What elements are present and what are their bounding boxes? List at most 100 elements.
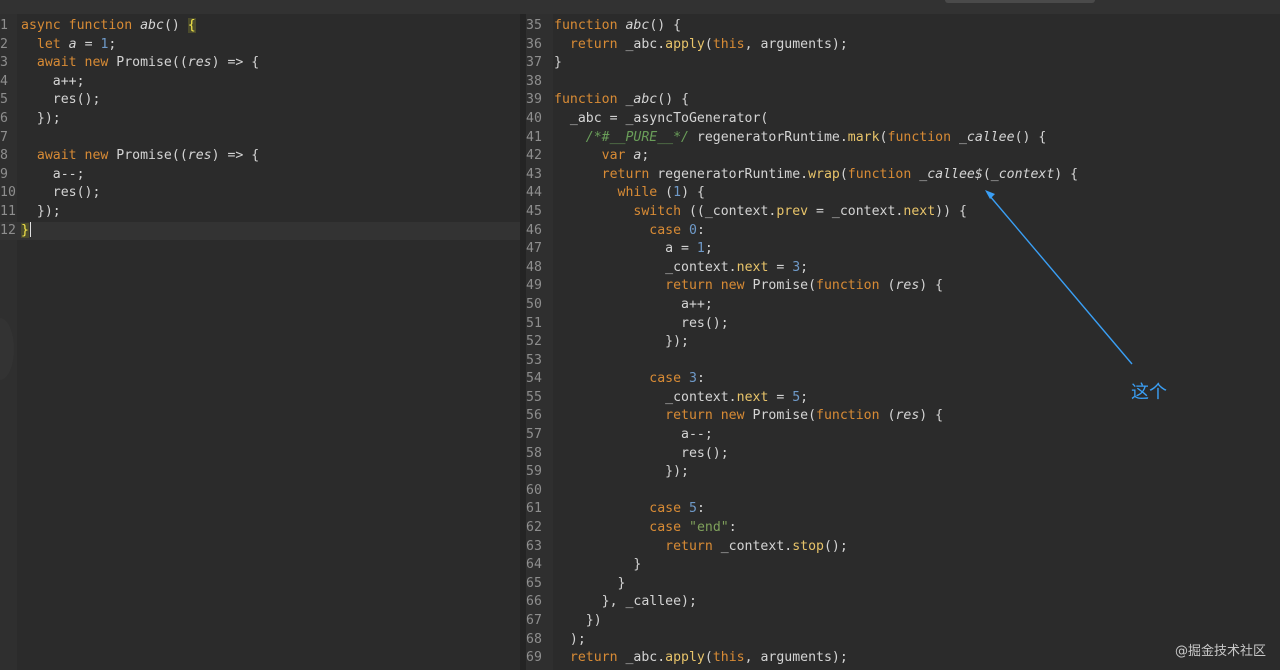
annotation-label: 这个 [1131,382,1167,403]
line-text: } [554,575,626,591]
line-number: 10 [0,185,16,201]
top-tab-indicator[interactable] [945,0,1095,3]
code-line[interactable]: 49 return new Promise(function (res) { [526,277,1280,296]
line-number: 58 [526,445,542,461]
line-number: 66 [526,594,542,610]
code-line[interactable]: 36 return _abc.apply(this, arguments); [526,36,1280,55]
line-text: }, _callee); [554,594,697,610]
code-line[interactable]: 8 await new Promise((res) => { [0,147,520,166]
code-line[interactable]: 10 res(); [0,184,520,203]
line-text: res(); [554,445,729,461]
code-line[interactable]: 59 }); [526,463,1280,482]
code-line[interactable]: 57 a--; [526,426,1280,445]
code-line[interactable]: 12} [0,221,520,241]
line-text: a--; [554,427,713,443]
source-code[interactable]: 1 async function abc() {2 let a = 1; 3 awa… [0,17,520,241]
line-text: _context.next = 3; [554,259,809,275]
line-number: 8 [0,148,8,164]
line-text: res(); [554,315,729,331]
line-number: 38 [526,73,542,89]
line-text: a++; [554,296,713,312]
line-number: 47 [526,241,542,257]
line-number: 67 [526,613,542,628]
code-line[interactable]: 69 return _abc.apply(this, arguments); [526,649,1280,668]
code-line[interactable]: 60 [526,482,1280,501]
code-line[interactable]: 7 [0,129,520,148]
line-number: 3 [0,55,8,71]
code-line[interactable]: 65 } [526,575,1280,594]
code-line[interactable]: 40 _abc = _asyncToGenerator( [526,110,1280,129]
code-line[interactable]: 62 case "end": [526,519,1280,538]
code-line[interactable]: 3 await new Promise((res) => { [0,54,520,73]
compiled-editor-pane[interactable]: 35 function abc() { 36 return _abc.apply(t… [526,14,1280,670]
line-number: 55 [526,389,542,405]
code-line[interactable]: 41 /*#__PURE__*/ regeneratorRuntime.mark… [526,129,1280,148]
code-line[interactable]: 1 async function abc() { [0,17,520,36]
line-number: 4 [0,73,8,89]
source-editor-pane[interactable]: 1 async function abc() {2 let a = 1; 3 awa… [0,14,520,670]
line-number: 46 [526,222,542,238]
code-line[interactable]: 68 ); [526,631,1280,650]
line-text: let a = 1; [36,36,117,52]
code-line[interactable]: 64 } [526,556,1280,575]
code-line[interactable]: 11 }); [0,203,520,222]
code-line[interactable]: 42 var a; [526,147,1280,166]
line-number: 69 [526,650,542,666]
code-line[interactable]: 43 return regeneratorRuntime.wrap(functi… [526,166,1280,185]
code-line[interactable]: 39 function _abc() { [526,91,1280,110]
line-number: 37 [526,55,542,71]
code-line[interactable]: 46 case 0: [526,222,1280,241]
compiled-code[interactable]: 35 function abc() { 36 return _abc.apply(t… [526,17,1280,668]
line-number: 60 [526,482,542,498]
line-number: 65 [526,575,542,591]
line-number: 11 [0,203,16,219]
code-line[interactable]: 44 while (1) { [526,184,1280,203]
line-text: }); [21,203,61,219]
code-line[interactable]: 35 function abc() { [526,17,1280,36]
line-text: } [21,222,31,238]
code-line[interactable]: 56 return new Promise(function (res) { [526,407,1280,426]
line-text: function _abc() { [554,92,690,108]
code-line[interactable]: 45 switch ((_context.prev = _context.nex… [526,203,1280,222]
code-line[interactable]: 5 res(); [0,91,520,110]
line-number: 44 [526,185,542,201]
code-line[interactable]: 48 _context.next = 3; [526,259,1280,278]
code-line[interactable]: 53 [526,352,1280,371]
line-text: }); [554,334,689,350]
line-number: 36 [526,36,542,52]
line-text: a++; [21,73,85,89]
code-line[interactable]: 67 }) [526,612,1280,631]
line-number: 35 [526,18,542,33]
line-number: 52 [526,334,542,350]
line-number: 63 [526,538,542,554]
code-line[interactable]: 51 res(); [526,315,1280,334]
code-line[interactable]: 38 [526,73,1280,92]
code-line[interactable]: 61 case 5: [526,500,1280,519]
line-number: 64 [526,557,542,573]
code-line[interactable]: 66 }, _callee); [526,593,1280,612]
code-line[interactable]: 37} [526,54,1280,73]
line-number: 51 [526,315,542,331]
code-line[interactable]: 4 a++; [0,73,520,92]
code-line[interactable]: 52 }); [526,333,1280,352]
code-line[interactable]: 50 a++; [526,296,1280,315]
line-number: 7 [0,129,8,145]
line-text: ); [554,631,586,647]
line-text: return _abc.apply(this, arguments); [569,36,848,52]
line-number: 40 [526,110,542,126]
line-number: 57 [526,427,542,443]
line-text: }); [554,464,689,480]
line-text: function abc() { [554,18,682,33]
line-text: _abc = _asyncToGenerator( [554,110,769,126]
line-number: 43 [526,166,542,182]
code-line[interactable]: 6 }); [0,110,520,129]
line-text: case 3: [649,371,705,387]
code-line[interactable]: 63 return _context.stop(); [526,538,1280,557]
line-text: return _abc.apply(this, arguments); [569,650,848,666]
code-line[interactable]: 47 a = 1; [526,240,1280,259]
code-line[interactable]: 9 a--; [0,166,520,185]
code-line[interactable]: 2 let a = 1; [0,36,520,55]
code-line[interactable]: 58 res(); [526,445,1280,464]
line-number: 49 [526,278,542,294]
line-number: 68 [526,631,542,647]
